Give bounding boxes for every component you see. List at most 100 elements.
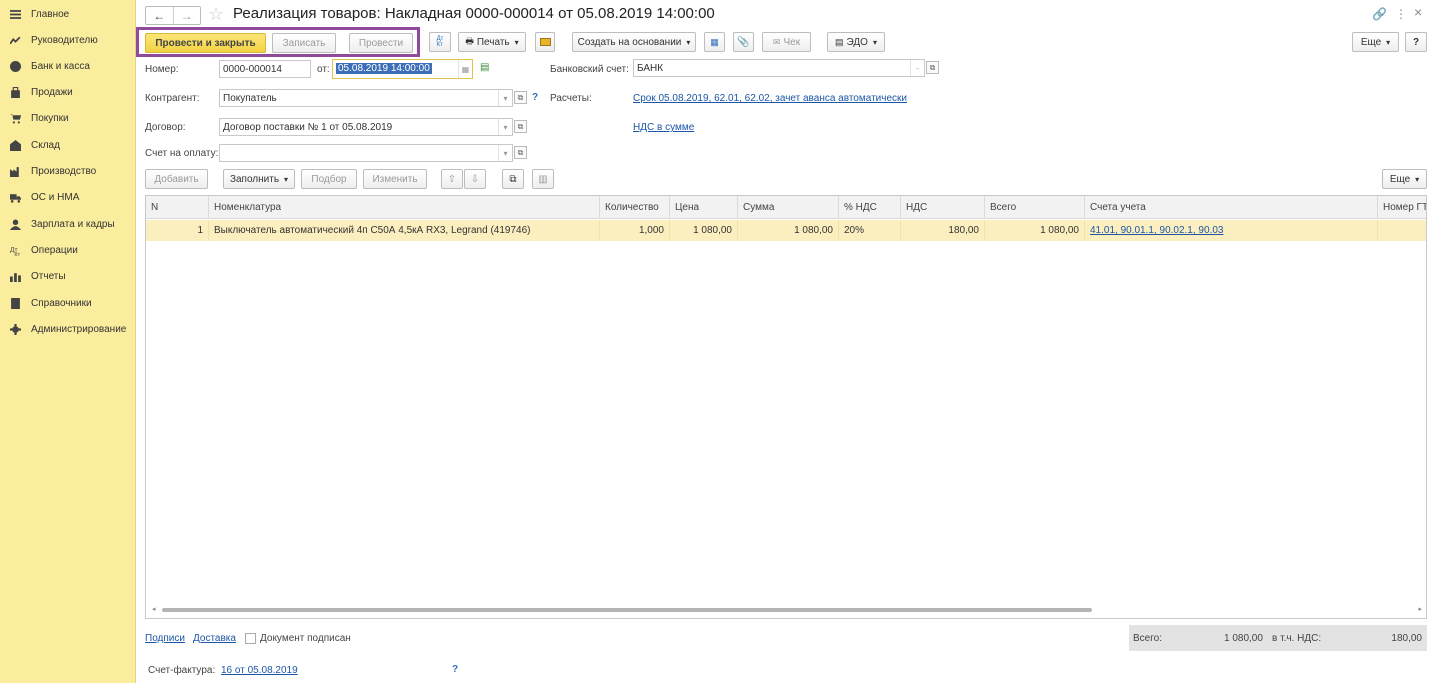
structure-button[interactable]: ▦ (704, 32, 725, 52)
column-header-total[interactable]: Всего (985, 196, 1085, 218)
calendar-icon[interactable]: ▦ (458, 60, 472, 78)
move-up-button[interactable]: ⇧ (441, 169, 463, 189)
invoice-for-payment-field[interactable]: ▾ (219, 144, 513, 162)
book-icon (8, 296, 22, 310)
cell-customs-number[interactable] (1378, 220, 1426, 241)
vat-total-label: в т.ч. НДС: (1272, 633, 1322, 644)
cell-total[interactable]: 1 080,00 (985, 220, 1085, 241)
sidebar-item-sales[interactable]: Продажи (0, 81, 136, 103)
copy-button[interactable]: ⧉ (502, 169, 524, 189)
open-icon[interactable]: ⧉ (514, 120, 527, 133)
open-icon[interactable]: ⧉ (514, 91, 527, 104)
scroll-left-icon[interactable]: ◂ (152, 605, 156, 613)
move-down-button[interactable]: ⇩ (464, 169, 486, 189)
fill-button[interactable]: Заполнить ▾ (223, 169, 295, 189)
signatures-link[interactable]: Подписи (145, 633, 185, 644)
page-title: Реализация товаров: Накладная 0000-00001… (233, 5, 715, 22)
post-button[interactable]: Провести (349, 33, 413, 53)
sidebar-item-manager[interactable]: Руководителю (0, 29, 136, 51)
column-header-quantity[interactable]: Количество (600, 196, 670, 218)
svg-text:Кт: Кт (14, 252, 20, 256)
envelope-icon (539, 38, 551, 46)
help-button[interactable]: ? (1405, 32, 1427, 52)
save-button[interactable]: Записать (272, 33, 336, 53)
favorite-star-icon[interactable]: ☆ (208, 4, 224, 25)
column-header-nomenclature[interactable]: Номенклатура (209, 196, 600, 218)
dropdown-icon[interactable]: ▾ (498, 145, 512, 161)
table-row[interactable]: 1 Выключатель автоматический 4п С50А 4,5… (146, 220, 1426, 241)
column-header-accounts[interactable]: Счета учета (1085, 196, 1378, 218)
barcode-button[interactable]: ▥ (532, 169, 554, 189)
sidebar-item-admin[interactable]: Администрирование (0, 318, 136, 340)
change-button[interactable]: Изменить (363, 169, 427, 189)
column-header-vat[interactable]: НДС (901, 196, 985, 218)
column-header-vat-rate[interactable]: % НДС (839, 196, 901, 218)
cell-nomenclature[interactable]: Выключатель автоматический 4п С50А 4,5кА… (209, 220, 600, 241)
print-button[interactable]: 🖶 Печать ▾ (458, 32, 526, 52)
close-icon[interactable]: × (1414, 4, 1422, 20)
document-signed-checkbox[interactable] (245, 633, 256, 644)
selection-button[interactable]: Подбор (301, 169, 357, 189)
forward-button[interactable]: → (172, 7, 201, 24)
horizontal-scrollbar[interactable]: ◂ ▸ (152, 606, 1422, 614)
link-icon[interactable]: 🔗 (1372, 7, 1387, 21)
column-header-n[interactable]: N (146, 196, 209, 218)
sidebar-item-assets[interactable]: ОС и НМА (0, 186, 136, 208)
open-icon[interactable]: ⧉ (514, 146, 527, 159)
sidebar-item-main[interactable]: Главное (0, 3, 136, 25)
date-field[interactable]: 05.08.2019 14:00:00 ▦ (332, 59, 473, 79)
cell-quantity[interactable]: 1,000 (600, 220, 670, 241)
counterparty-field[interactable]: Покупатель ▾ (219, 89, 513, 107)
totals-panel: Всего: 1 080,00 в т.ч. НДС: 180,00 (1129, 625, 1427, 651)
more-button[interactable]: Еще ▾ (1352, 32, 1399, 52)
scroll-right-icon[interactable]: ▸ (1418, 605, 1422, 613)
contract-field[interactable]: Договор поставки № 1 от 05.08.2019 ▾ (219, 118, 513, 136)
sidebar-item-directories[interactable]: Справочники (0, 292, 136, 314)
more-vertical-icon[interactable]: ⋮ (1395, 7, 1407, 21)
cell-vat-rate[interactable]: 20% (839, 220, 901, 241)
dropdown-icon[interactable]: ▾ (498, 90, 512, 106)
attach-button[interactable]: 📎 (733, 32, 754, 52)
help-icon[interactable]: ? (452, 664, 458, 675)
chevron-down-icon: ▾ (1415, 174, 1420, 184)
help-icon[interactable]: ? (532, 92, 538, 103)
bank-account-field[interactable]: БАНК - (633, 59, 925, 77)
add-row-button[interactable]: Добавить (145, 169, 208, 189)
sidebar-item-bank[interactable]: Банк и касса (0, 55, 136, 77)
scrollbar-thumb[interactable] (162, 608, 1092, 612)
create-based-on-button[interactable]: Создать на основании ▾ (572, 32, 696, 52)
numbering-icon[interactable]: ▤ (480, 62, 489, 73)
back-button[interactable]: ← (146, 7, 173, 24)
accounts-link[interactable]: 41.01, 90.01.1, 90.02.1, 90.03 (1090, 225, 1223, 236)
dropdown-icon[interactable]: - (910, 60, 924, 76)
number-field[interactable]: 0000-000014 (219, 60, 311, 78)
open-icon[interactable]: ⧉ (926, 61, 939, 74)
sidebar-item-production[interactable]: Производство (0, 160, 136, 182)
dt-kt-button[interactable]: Дт Кт (429, 32, 451, 52)
email-button[interactable] (535, 32, 555, 52)
column-header-customs-number[interactable]: Номер ГТ... (1378, 196, 1426, 218)
post-and-close-button[interactable]: Провести и закрыть (145, 33, 266, 53)
receipt-button[interactable]: ✉ Чек (762, 32, 811, 52)
column-header-amount[interactable]: Сумма (738, 196, 839, 218)
operations-icon: Дт Кт (8, 243, 22, 257)
delivery-link[interactable]: Доставка (193, 633, 236, 644)
sidebar-item-reports[interactable]: Отчеты (0, 265, 136, 287)
settlements-link[interactable]: Срок 05.08.2019, 62.01, 62.02, зачет ава… (633, 93, 907, 104)
cell-n[interactable]: 1 (146, 220, 209, 241)
sidebar-item-purchases[interactable]: Покупки (0, 107, 136, 129)
invoice-link[interactable]: 16 от 05.08.2019 (221, 665, 298, 676)
cell-accounts[interactable]: 41.01, 90.01.1, 90.02.1, 90.03 (1085, 220, 1378, 241)
cell-price[interactable]: 1 080,00 (670, 220, 738, 241)
invoice-for-payment-label: Счет на оплату: (145, 148, 219, 159)
sidebar-item-operations[interactable]: Дт Кт Операции (0, 239, 136, 261)
edo-button[interactable]: ▤ ЭДО ▾ (827, 32, 885, 52)
table-more-button[interactable]: Еще ▾ (1382, 169, 1427, 189)
sidebar-item-salary[interactable]: Зарплата и кадры (0, 213, 136, 235)
column-header-price[interactable]: Цена (670, 196, 738, 218)
sidebar-item-warehouse[interactable]: Склад (0, 134, 136, 156)
cell-vat[interactable]: 180,00 (901, 220, 985, 241)
vat-link[interactable]: НДС в сумме (633, 122, 694, 133)
cell-amount[interactable]: 1 080,00 (738, 220, 839, 241)
dropdown-icon[interactable]: ▾ (498, 119, 512, 135)
